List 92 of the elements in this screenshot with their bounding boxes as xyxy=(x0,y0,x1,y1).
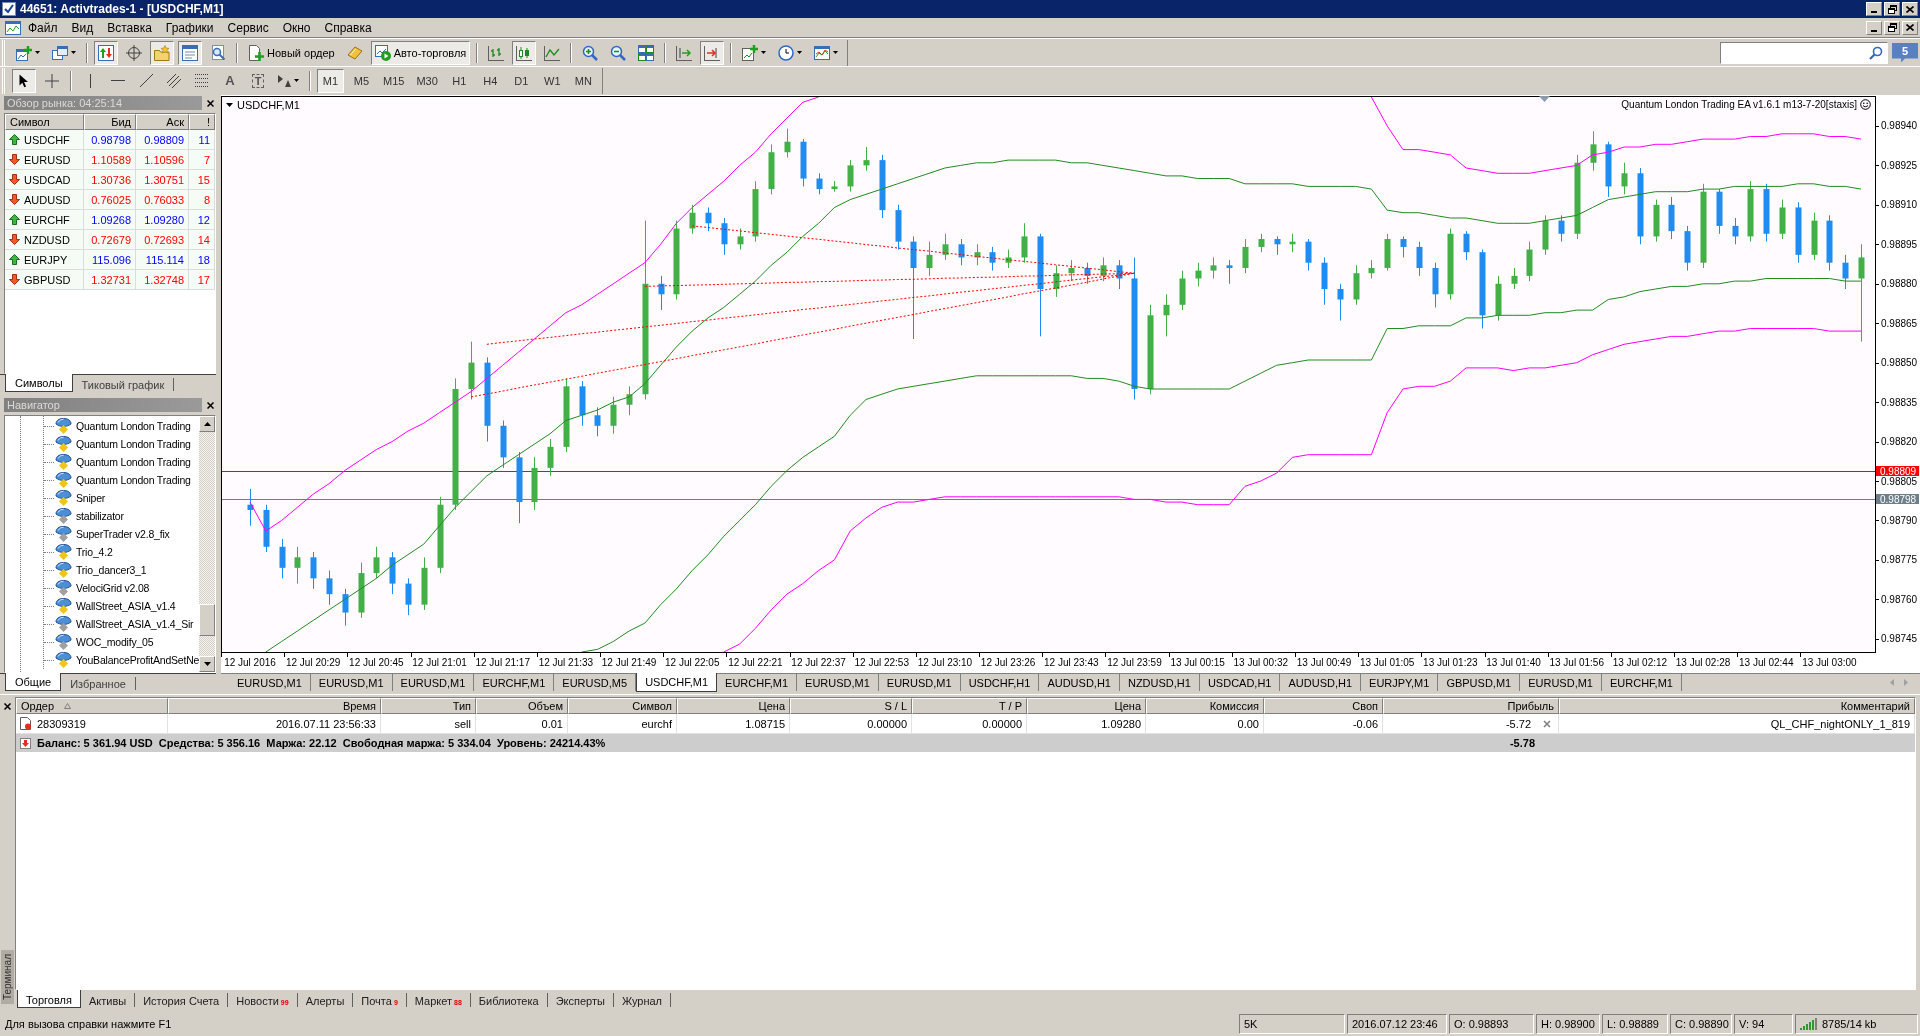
status-text: 2016.07.12 23:46 xyxy=(1347,1014,1447,1034)
time-axis-label: 13 Jul 00:32 xyxy=(1233,657,1289,668)
table-cell: 1.09280 xyxy=(136,210,189,230)
price-axis-label: 0.98850 xyxy=(1881,357,1918,369)
expert-name: Quantum London Trading EA v1.6.1 m13-7-20[staxis] xyxy=(1621,99,1857,110)
price-axis-label: 0.98775 xyxy=(1881,554,1918,566)
price-axis-label: 0.98865 xyxy=(1881,317,1918,329)
status-text: Для вызова справки нажмите F1 xyxy=(4,1017,173,1032)
time-axis-label: 12 Jul 22:05 xyxy=(665,657,720,668)
table-cell: 1.10589 xyxy=(84,150,136,170)
time-axis-label: 12 Jul 22:37 xyxy=(791,657,846,668)
price-axis-label: 0.98925 xyxy=(1881,159,1918,171)
time-axis-label: 12 Jul 20:45 xyxy=(349,657,404,668)
panel-title: Обзор рынка: 04:25:14 xyxy=(4,96,202,110)
time-axis-label: 12 Jul 22:21 xyxy=(728,657,783,668)
table-cell: 17 xyxy=(189,270,215,290)
time-axis-label: 12 Jul 21:17 xyxy=(475,657,530,668)
status-text: H: 0.98900 xyxy=(1536,1014,1600,1034)
table-cell: 7 xyxy=(189,150,215,170)
time-axis-label: 12 Jul 21:01 xyxy=(412,657,467,668)
table-cell: 0.76033 xyxy=(136,190,189,210)
time-axis-label: 13 Jul 01:56 xyxy=(1549,657,1604,668)
status-text: C: 0.98890 xyxy=(1670,1014,1732,1034)
price-axis-label: 0.98835 xyxy=(1881,396,1918,408)
total-profit: -5.78 xyxy=(1508,736,1536,751)
panel-title: Навигатор xyxy=(4,398,202,412)
price-axis-label: 0.98910 xyxy=(1881,199,1918,211)
table-cell: 11 xyxy=(189,130,215,150)
profit-value: -5.72 xyxy=(1505,717,1531,730)
price-axis-label: 0.98820 xyxy=(1881,436,1918,448)
table-cell: 115.114 xyxy=(136,250,189,270)
price-axis-label: 0.98940 xyxy=(1881,120,1918,132)
time-axis-label: 12 Jul 23:43 xyxy=(1044,657,1099,668)
time-axis-label: 12 Jul 22:53 xyxy=(854,657,909,668)
symbol-name: USDCAD xyxy=(24,173,71,186)
table-cell: 115.096 xyxy=(84,250,136,270)
symbol-name: AUDUSD xyxy=(24,193,71,206)
time-axis-label: 12 Jul 21:33 xyxy=(538,657,594,668)
table-cell: 0.72679 xyxy=(84,230,136,250)
time-axis-label: 13 Jul 01:40 xyxy=(1486,657,1541,668)
price-axis-label: 0.98805 xyxy=(1881,475,1918,487)
time-axis-label: 12 Jul 23:10 xyxy=(917,657,973,668)
table-cell: 0.98809 xyxy=(136,130,189,150)
window-title: 44651: Activtrades-1 - [USDCHF,M1] xyxy=(20,2,225,16)
time-axis-label: 12 Jul 23:59 xyxy=(1107,657,1162,668)
symbol-name: EURCHF xyxy=(24,213,70,226)
time-axis-label: 13 Jul 02:44 xyxy=(1739,657,1794,668)
table-cell: 8 xyxy=(189,190,215,210)
time-axis-label: 12 Jul 21:49 xyxy=(601,657,657,668)
time-axis-label: 12 Jul 23:26 xyxy=(980,657,1036,668)
status-text: V: 94 xyxy=(1734,1014,1793,1034)
table-cell: 0.98798 xyxy=(84,130,136,150)
time-axis-label: 13 Jul 03:00 xyxy=(1802,657,1857,668)
status-text: O: 0.98893 xyxy=(1449,1014,1534,1034)
status-text: 5K xyxy=(1239,1014,1345,1034)
time-axis-label: 13 Jul 00:15 xyxy=(1170,657,1225,668)
time-axis-label: 13 Jul 02:12 xyxy=(1612,657,1668,668)
price-axis-label: 0.98745 xyxy=(1881,633,1918,645)
table-cell: 12 xyxy=(189,210,215,230)
price-axis-label: 0.98760 xyxy=(1881,593,1918,605)
order-number: 28309319 xyxy=(37,717,86,730)
symbol-name: GBPUSD xyxy=(24,273,71,286)
table-cell: 1.10596 xyxy=(136,150,189,170)
time-axis-label: 13 Jul 00:49 xyxy=(1296,657,1352,668)
panel-title: Терминал xyxy=(1,949,14,1004)
price-axis-label: 0.98790 xyxy=(1881,515,1918,526)
table-cell: 0.76025 xyxy=(84,190,136,210)
price-tag: 0.98809 xyxy=(1876,465,1919,477)
symbol-name: EURUSD xyxy=(24,153,71,166)
price-tag: 0.98798 xyxy=(1876,493,1919,505)
chart-symbol: USDCHF,M1 xyxy=(237,99,300,111)
table-cell: 1.32748 xyxy=(136,270,189,290)
status-text: L: 0.98889 xyxy=(1602,1014,1668,1034)
table-cell: 14 xyxy=(189,230,215,250)
account-summary: Баланс: 5 361.94 USD Средства: 5 356.16 Маржа: 22.12 Свободная маржа: 5 334.04 Уровень: 24214.43% xyxy=(37,737,606,749)
table-cell: 18 xyxy=(189,250,215,270)
symbol-name: NZDUSD xyxy=(24,233,70,246)
symbol-name: EURJPY xyxy=(24,253,68,266)
table-cell: 1.32731 xyxy=(84,270,136,290)
time-axis-label: 12 Jul 2016 xyxy=(224,657,276,668)
time-axis-label: 12 Jul 20:29 xyxy=(285,657,341,668)
table-cell: 1.30751 xyxy=(136,170,189,190)
table-cell: 1.09268 xyxy=(84,210,136,230)
symbol-name: USDCHF xyxy=(24,133,70,146)
time-axis-label: 13 Jul 02:28 xyxy=(1675,657,1731,668)
table-cell: 1.30736 xyxy=(84,170,136,190)
table-cell: 15 xyxy=(189,170,215,190)
price-axis-label: 0.98895 xyxy=(1881,238,1918,250)
price-axis-label: 0.98880 xyxy=(1881,278,1918,290)
time-axis-label: 13 Jul 01:05 xyxy=(1359,657,1415,668)
time-axis-label: 13 Jul 01:23 xyxy=(1423,657,1478,668)
table-cell: 0.72693 xyxy=(136,230,189,250)
